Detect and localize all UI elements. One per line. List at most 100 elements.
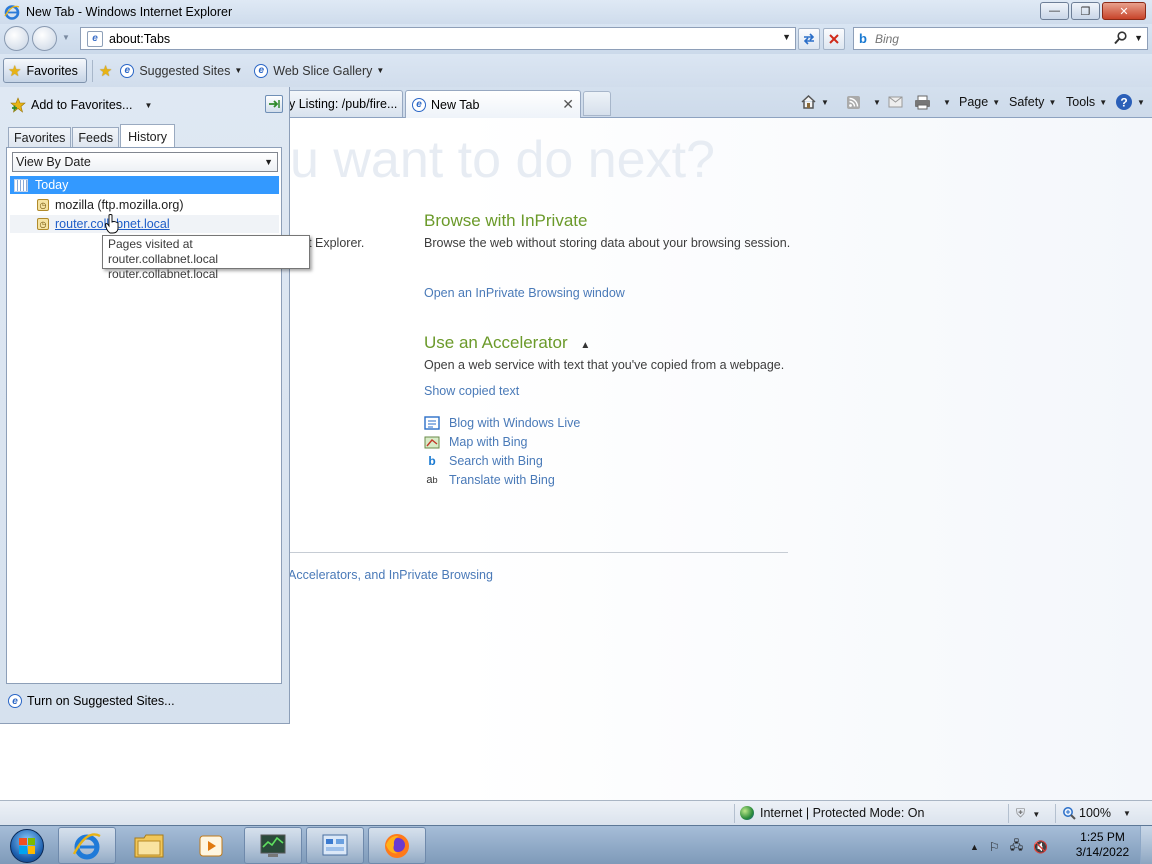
compatibility-view-button[interactable] — [798, 28, 820, 50]
read-mail-button[interactable] — [888, 91, 903, 113]
chevron-down-icon: ▼ — [821, 97, 829, 107]
address-dropdown-icon[interactable]: ▼ — [782, 32, 791, 42]
protected-mode-settings-button[interactable]: ⛨ ▼ — [1016, 806, 1040, 821]
open-inprivate-link[interactable]: Open an InPrivate Browsing window — [424, 286, 625, 300]
security-zone[interactable]: Internet | Protected Mode: On — [740, 806, 924, 820]
close-button[interactable]: ✕ — [1102, 2, 1146, 20]
navigation-bar: ▼ e ▼ b ▼ — [0, 24, 1152, 54]
address-bar[interactable]: e ▼ — [80, 27, 796, 50]
translate-with-bing-link[interactable]: ab Translate with Bing — [424, 472, 555, 488]
refresh-icon — [803, 33, 815, 45]
shield-icon: ⛨ — [1016, 806, 1026, 820]
taskbar-internet-explorer[interactable] — [58, 827, 116, 864]
globe-icon — [740, 806, 754, 820]
taskbar-firefox[interactable] — [368, 827, 426, 864]
history-item-mozilla[interactable]: ◷ mozilla (ftp.mozilla.org) — [10, 196, 279, 214]
favorites-button[interactable]: ★ Favorites — [3, 58, 87, 83]
address-input[interactable] — [109, 31, 769, 46]
forward-button[interactable] — [32, 26, 57, 51]
volume-muted-icon[interactable]: 🔇 — [1033, 840, 1048, 854]
close-tab-icon[interactable]: ✕ — [562, 96, 574, 113]
search-options-dropdown[interactable]: ▼ — [1134, 33, 1143, 43]
network-icon[interactable]: 🖧 — [1010, 836, 1023, 857]
learn-more-link[interactable]: Accelerators, and InPrivate Browsing — [288, 568, 493, 582]
favorites-center-panel: Add to Favorites... ▼ Favorites Feeds Hi… — [0, 87, 290, 724]
history-view-select[interactable]: View By Date ▼ — [12, 152, 278, 172]
taskbar-media-player[interactable] — [182, 827, 240, 864]
ie-page-icon: e — [254, 63, 269, 78]
turn-on-suggested-sites-link[interactable]: e Turn on Suggested Sites... — [8, 694, 175, 708]
accelerator-label: Translate with Bing — [449, 473, 555, 487]
search-box[interactable]: b ▼ — [853, 27, 1148, 50]
zoom-level-label: 100% — [1079, 806, 1111, 820]
add-to-favorites-bar-icon[interactable]: ★ — [99, 62, 112, 80]
web-slice-gallery-link[interactable]: e Web Slice Gallery ▼ — [254, 63, 384, 78]
chevron-down-icon: ▼ — [873, 97, 881, 107]
show-desktop-button[interactable] — [1140, 826, 1152, 864]
accelerator-label: Blog with Windows Live — [449, 416, 581, 430]
clock-time: 1:25 PM — [1080, 830, 1125, 844]
mail-icon — [888, 96, 903, 108]
page-icon: e — [87, 30, 103, 47]
back-button[interactable] — [4, 26, 29, 51]
stop-button[interactable] — [823, 28, 845, 50]
system-clock[interactable]: 1:25 PM 3/14/2022 — [1070, 830, 1135, 860]
history-item-router[interactable]: ◷ router.collabnet.local — [10, 215, 279, 233]
control-panel-icon — [322, 834, 348, 855]
home-icon — [801, 94, 816, 109]
history-group-today[interactable]: Today — [10, 176, 279, 194]
stop-icon — [829, 34, 839, 44]
page-menu[interactable]: Page ▼ — [959, 91, 1000, 113]
taskbar-windows-explorer[interactable] — [120, 827, 178, 864]
divider — [1055, 804, 1056, 823]
start-button[interactable] — [2, 827, 52, 864]
calendar-icon — [14, 178, 28, 192]
inprivate-description: Browse the web without storing data abou… — [424, 236, 791, 250]
tab-history[interactable]: History — [120, 124, 176, 149]
zoom-icon — [1063, 807, 1076, 820]
suggested-sites-link[interactable]: e Suggested Sites ▼ — [120, 63, 242, 78]
bing-icon: b — [859, 31, 867, 46]
divider — [290, 552, 788, 553]
minimize-button[interactable]: — — [1040, 2, 1069, 20]
taskbar-control-panel[interactable] — [306, 827, 364, 864]
search-icon[interactable] — [1114, 31, 1127, 45]
blog-with-windows-live-link[interactable]: Blog with Windows Live — [424, 415, 580, 431]
home-button[interactable]: ▼ — [800, 91, 829, 113]
action-center-flag-icon[interactable]: ⚐ — [989, 840, 1000, 854]
collapse-icon[interactable]: ▲ — [580, 340, 590, 351]
pin-favorites-center-button[interactable] — [265, 95, 283, 113]
tab-new-tab[interactable]: e New Tab ✕ — [405, 90, 581, 118]
zoom-level-button[interactable]: 100% ▼ — [1062, 806, 1131, 820]
tools-menu[interactable]: Tools ▼ — [1066, 91, 1107, 113]
chevron-down-icon: ▼ — [1099, 97, 1108, 107]
feeds-button[interactable]: ▼ — [846, 91, 881, 113]
status-bar: Internet | Protected Mode: On ⛨ ▼ 100% ▼ — [0, 800, 1152, 825]
inprivate-heading: Browse with InPrivate — [424, 211, 588, 230]
recent-pages-dropdown[interactable]: ▼ — [62, 33, 70, 42]
search-input[interactable] — [874, 31, 1095, 46]
accelerator-heading-text: Use an Accelerator — [424, 333, 568, 352]
taskbar-performance-monitor[interactable] — [244, 827, 302, 864]
restore-button[interactable]: ❐ — [1071, 2, 1100, 20]
help-button[interactable]: ? ▼ — [1115, 91, 1145, 113]
print-icon — [915, 95, 930, 109]
chevron-down-icon: ▼ — [1048, 97, 1057, 107]
bing-icon: b — [428, 454, 436, 468]
tab-feeds[interactable]: Feeds — [72, 127, 120, 148]
print-button[interactable]: ▼ — [914, 91, 951, 113]
divider — [734, 804, 735, 823]
map-with-bing-link[interactable]: Map with Bing — [424, 434, 528, 450]
search-with-bing-link[interactable]: b Search with Bing — [424, 453, 542, 469]
show-copied-text-link[interactable]: Show copied text — [424, 384, 519, 398]
map-icon — [424, 436, 440, 449]
add-to-favorites-button[interactable]: Add to Favorites... ▼ — [10, 97, 152, 113]
taskbar: ▲ ⚐ 🖧 🔇 1:25 PM 3/14/2022 — [0, 825, 1152, 864]
show-hidden-icons-button[interactable]: ▲ — [970, 842, 979, 852]
page-menu-label: Page — [959, 95, 989, 109]
media-player-icon — [199, 835, 223, 856]
safety-menu[interactable]: Safety ▼ — [1009, 91, 1056, 113]
tab-favorites[interactable]: Favorites — [8, 127, 72, 148]
svg-text:?: ? — [1120, 96, 1127, 110]
new-tab-button[interactable] — [583, 91, 611, 116]
